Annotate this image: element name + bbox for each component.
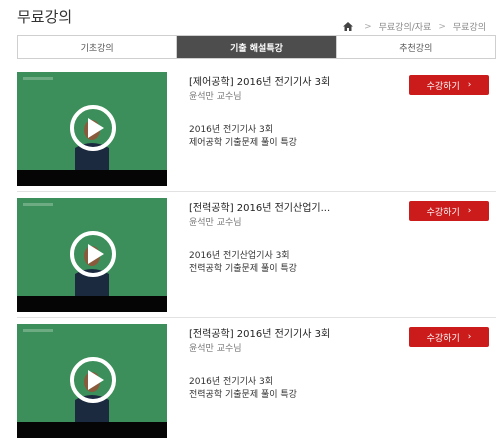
course-description-line1: 2016년 전기기사 3회 bbox=[189, 377, 274, 387]
tab-basic-lectures[interactable]: 기초강의 bbox=[18, 36, 177, 58]
home-icon[interactable] bbox=[343, 22, 354, 31]
course-item: [전력공학] 2016년 전기기사 3회 윤석만 교수님 2016년 전기기사 … bbox=[17, 318, 496, 444]
course-item: [전력공학] 2016년 전기산업기... 윤석만 교수님 2016년 전기산업… bbox=[17, 192, 496, 318]
course-list: [제어공학] 2016년 전기기사 3회 윤석만 교수님 2016년 전기기사 … bbox=[17, 66, 496, 444]
course-description-line2: 전력공학 기출문제 풀이 특강 bbox=[189, 390, 297, 400]
course-title[interactable]: [전력공학] 2016년 전기기사 3회 bbox=[189, 325, 330, 340]
course-instructor: 윤석만 교수님 bbox=[189, 218, 242, 228]
video-controls-bar bbox=[17, 170, 167, 186]
course-description-line2: 전력공학 기출문제 풀이 특강 bbox=[189, 264, 297, 274]
chevron-right-icon: › bbox=[467, 332, 472, 342]
play-icon[interactable] bbox=[70, 357, 116, 403]
page-title: 무료강의 bbox=[17, 8, 73, 26]
breadcrumb: > 무료강의/자료 > 무료강의 bbox=[343, 20, 486, 33]
course-description-line1: 2016년 전기산업기사 3회 bbox=[189, 251, 290, 261]
enroll-button-label: 수강하기 bbox=[426, 333, 460, 344]
breadcrumb-separator: > bbox=[364, 21, 372, 32]
breadcrumb-item-free-lectures[interactable]: 무료강의 bbox=[453, 20, 486, 33]
play-icon[interactable] bbox=[70, 105, 116, 151]
enroll-button-label: 수강하기 bbox=[426, 81, 460, 92]
lecture-tabs: 기초강의 기출 해설특강 추천강의 bbox=[17, 35, 496, 59]
tab-past-exam-lectures[interactable]: 기출 해설특강 bbox=[176, 36, 336, 58]
enroll-button[interactable]: 수강하기 › bbox=[409, 201, 489, 221]
video-thumbnail[interactable] bbox=[17, 324, 167, 438]
enroll-button[interactable]: 수강하기 › bbox=[409, 75, 489, 95]
course-description-line1: 2016년 전기기사 3회 bbox=[189, 125, 274, 135]
breadcrumb-separator: > bbox=[438, 21, 446, 32]
video-controls-bar bbox=[17, 422, 167, 438]
enroll-button[interactable]: 수강하기 › bbox=[409, 327, 489, 347]
video-controls-bar bbox=[17, 296, 167, 312]
course-item: [제어공학] 2016년 전기기사 3회 윤석만 교수님 2016년 전기기사 … bbox=[17, 66, 496, 192]
play-icon[interactable] bbox=[70, 231, 116, 277]
chevron-right-icon: › bbox=[467, 80, 472, 90]
video-thumbnail[interactable] bbox=[17, 72, 167, 186]
course-instructor: 윤석만 교수님 bbox=[189, 92, 242, 102]
course-title[interactable]: [제어공학] 2016년 전기기사 3회 bbox=[189, 73, 330, 88]
breadcrumb-item-free-lectures-materials[interactable]: 무료강의/자료 bbox=[379, 20, 432, 33]
tab-recommended-lectures[interactable]: 추천강의 bbox=[335, 36, 495, 58]
enroll-button-label: 수강하기 bbox=[426, 207, 460, 218]
course-title[interactable]: [전력공학] 2016년 전기산업기... bbox=[189, 199, 330, 214]
chevron-right-icon: › bbox=[467, 206, 472, 216]
course-description-line2: 제어공학 기출문제 풀이 특강 bbox=[189, 138, 297, 148]
course-instructor: 윤석만 교수님 bbox=[189, 344, 242, 354]
video-thumbnail[interactable] bbox=[17, 198, 167, 312]
